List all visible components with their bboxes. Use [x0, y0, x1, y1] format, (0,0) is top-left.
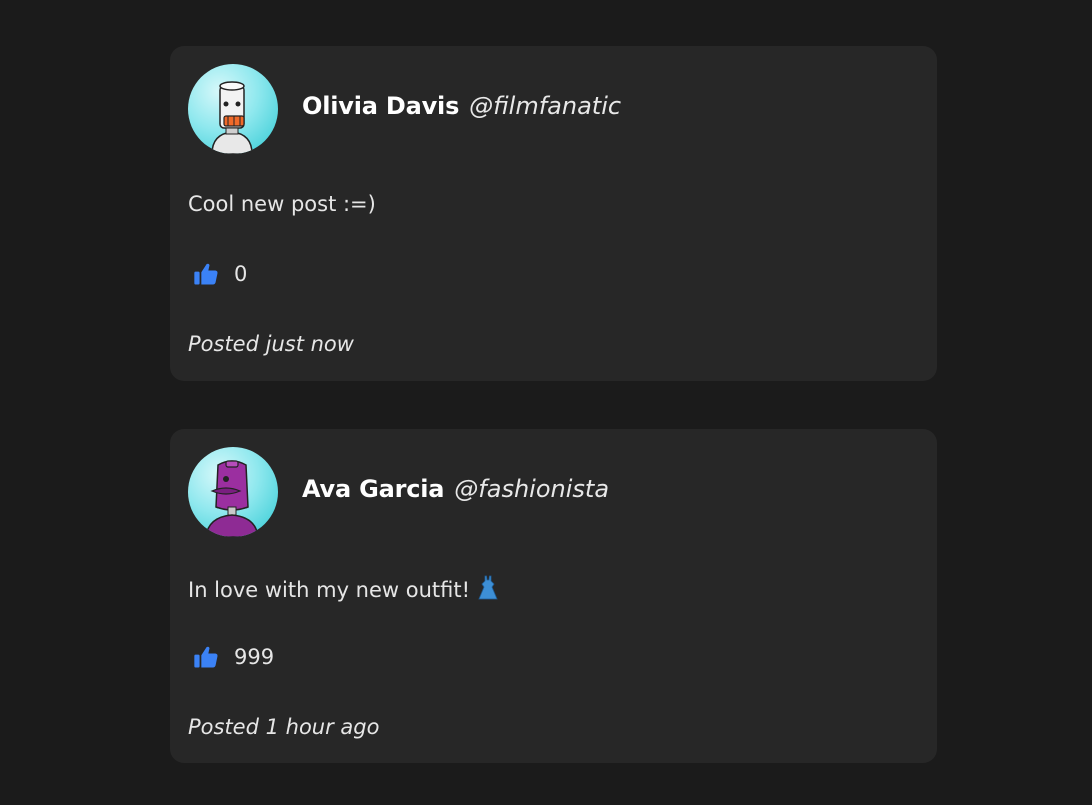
post-card: Olivia Davis @filmfanatic Cool new post …	[170, 46, 937, 381]
post-header: Ava Garcia @fashionista	[302, 475, 609, 511]
robot-avatar-icon	[205, 460, 259, 537]
post-feed: Olivia Davis @filmfanatic Cool new post …	[170, 46, 937, 763]
post-timestamp: Posted just now	[188, 332, 354, 356]
like-count: 999	[234, 645, 275, 669]
author-name[interactable]: Ava Garcia	[302, 475, 444, 503]
author-handle[interactable]: @fashionista	[454, 475, 609, 503]
post-text: Cool new post :=)	[188, 192, 376, 216]
author-handle[interactable]: @filmfanatic	[469, 92, 621, 120]
like-button[interactable]: 999	[192, 642, 274, 672]
like-button[interactable]: 0	[192, 259, 247, 289]
post-text-row: In love with my new outfit!	[188, 575, 500, 606]
like-count: 0	[234, 262, 248, 286]
author-name[interactable]: Olivia Davis	[302, 92, 459, 120]
post-text: In love with my new outfit!	[188, 578, 471, 602]
post-timestamp: Posted 1 hour ago	[188, 715, 380, 739]
post-header: Olivia Davis @filmfanatic	[302, 92, 621, 128]
thumbs-up-icon	[194, 263, 218, 285]
thumbs-up-icon	[194, 646, 218, 668]
robot-avatar-icon	[211, 81, 253, 154]
user-avatar[interactable]	[188, 447, 278, 537]
dress-emoji-icon	[476, 575, 500, 606]
user-avatar[interactable]	[188, 64, 278, 154]
post-card: Ava Garcia @fashionista In love with my …	[170, 429, 937, 763]
